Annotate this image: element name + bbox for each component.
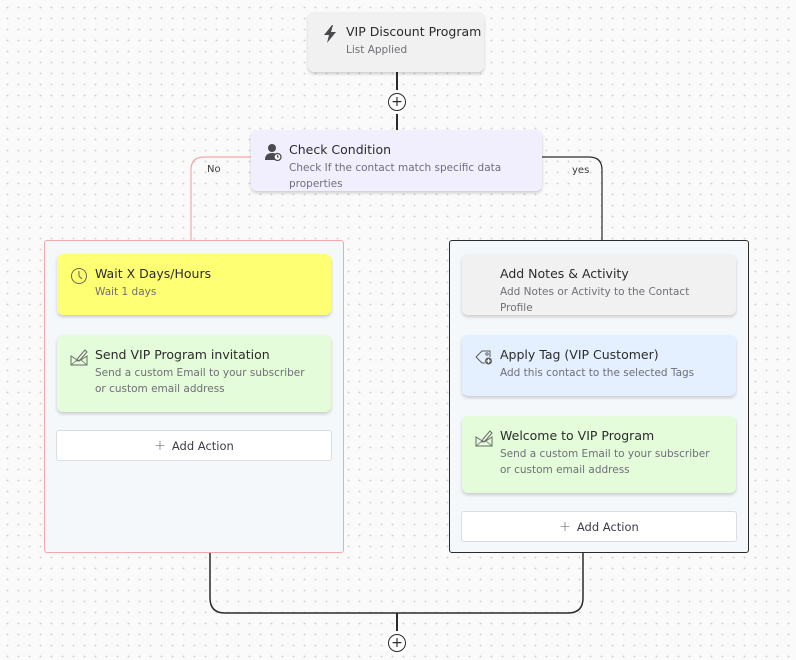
trigger-node[interactable]: VIP Discount Program List Applied (308, 12, 484, 72)
add-step-button[interactable]: + (388, 93, 406, 111)
action-apply-tag[interactable]: Apply Tag (VIP Customer) Add this contac… (462, 335, 736, 396)
clock-icon (70, 267, 88, 285)
trigger-title: VIP Discount Program (346, 24, 482, 39)
action-title: Apply Tag (VIP Customer) (500, 347, 659, 362)
bolt-icon (321, 25, 339, 43)
action-wait[interactable]: Wait X Days/Hours Wait 1 days (57, 254, 331, 315)
action-subtitle: Add Notes or Activity to the Contact Pro… (500, 286, 690, 314)
action-subtitle: Send a custom Email to your subscriber o… (95, 367, 305, 395)
plus-icon: + (154, 437, 166, 454)
add-action-button-no[interactable]: + Add Action (56, 430, 332, 461)
action-subtitle: Wait 1 days (95, 286, 157, 298)
plus-icon: + (391, 94, 403, 110)
branch-no-container: Wait X Days/Hours Wait 1 days Send VIP P… (44, 240, 344, 553)
add-action-label: Add Action (576, 519, 639, 534)
action-title: Add Notes & Activity (500, 266, 629, 281)
branch-label-yes: yes (572, 165, 590, 176)
branch-yes-container: Add Notes & Activity Add Notes or Activi… (449, 240, 749, 553)
add-action-button-yes[interactable]: + Add Action (461, 511, 737, 542)
action-title: Send VIP Program invitation (95, 347, 270, 362)
action-title: Wait X Days/Hours (95, 266, 212, 281)
connector-no-branch (190, 156, 252, 240)
branch-label-no: No (207, 164, 221, 175)
tag-add-icon (475, 348, 493, 366)
add-step-button-bottom[interactable]: + (388, 634, 406, 652)
condition-subtitle: Check If the contact match specific data… (289, 162, 502, 190)
user-check-icon (264, 143, 282, 161)
workflow-canvas[interactable]: VIP Discount Program List Applied + Chec… (0, 0, 796, 660)
plus-icon: + (391, 635, 403, 651)
action-title: Welcome to VIP Program (500, 428, 655, 443)
condition-node[interactable]: Check Condition Check If the contact mat… (251, 130, 542, 191)
action-welcome-email[interactable]: Welcome to VIP Program Send a custom Ema… (462, 416, 736, 493)
plus-icon: + (559, 518, 571, 535)
trigger-subtitle: List Applied (346, 44, 408, 56)
action-subtitle: Add this contact to the selected Tags (500, 367, 695, 379)
add-action-label: Add Action (171, 438, 234, 453)
action-subtitle: Send a custom Email to your subscriber o… (500, 448, 710, 476)
action-send-email[interactable]: Send VIP Program invitation Send a custo… (57, 335, 331, 412)
connector-merge (209, 553, 584, 614)
action-add-notes[interactable]: Add Notes & Activity Add Notes or Activi… (462, 254, 736, 315)
condition-title: Check Condition (289, 142, 392, 157)
email-edit-icon (475, 429, 493, 447)
email-edit-icon (70, 348, 88, 366)
